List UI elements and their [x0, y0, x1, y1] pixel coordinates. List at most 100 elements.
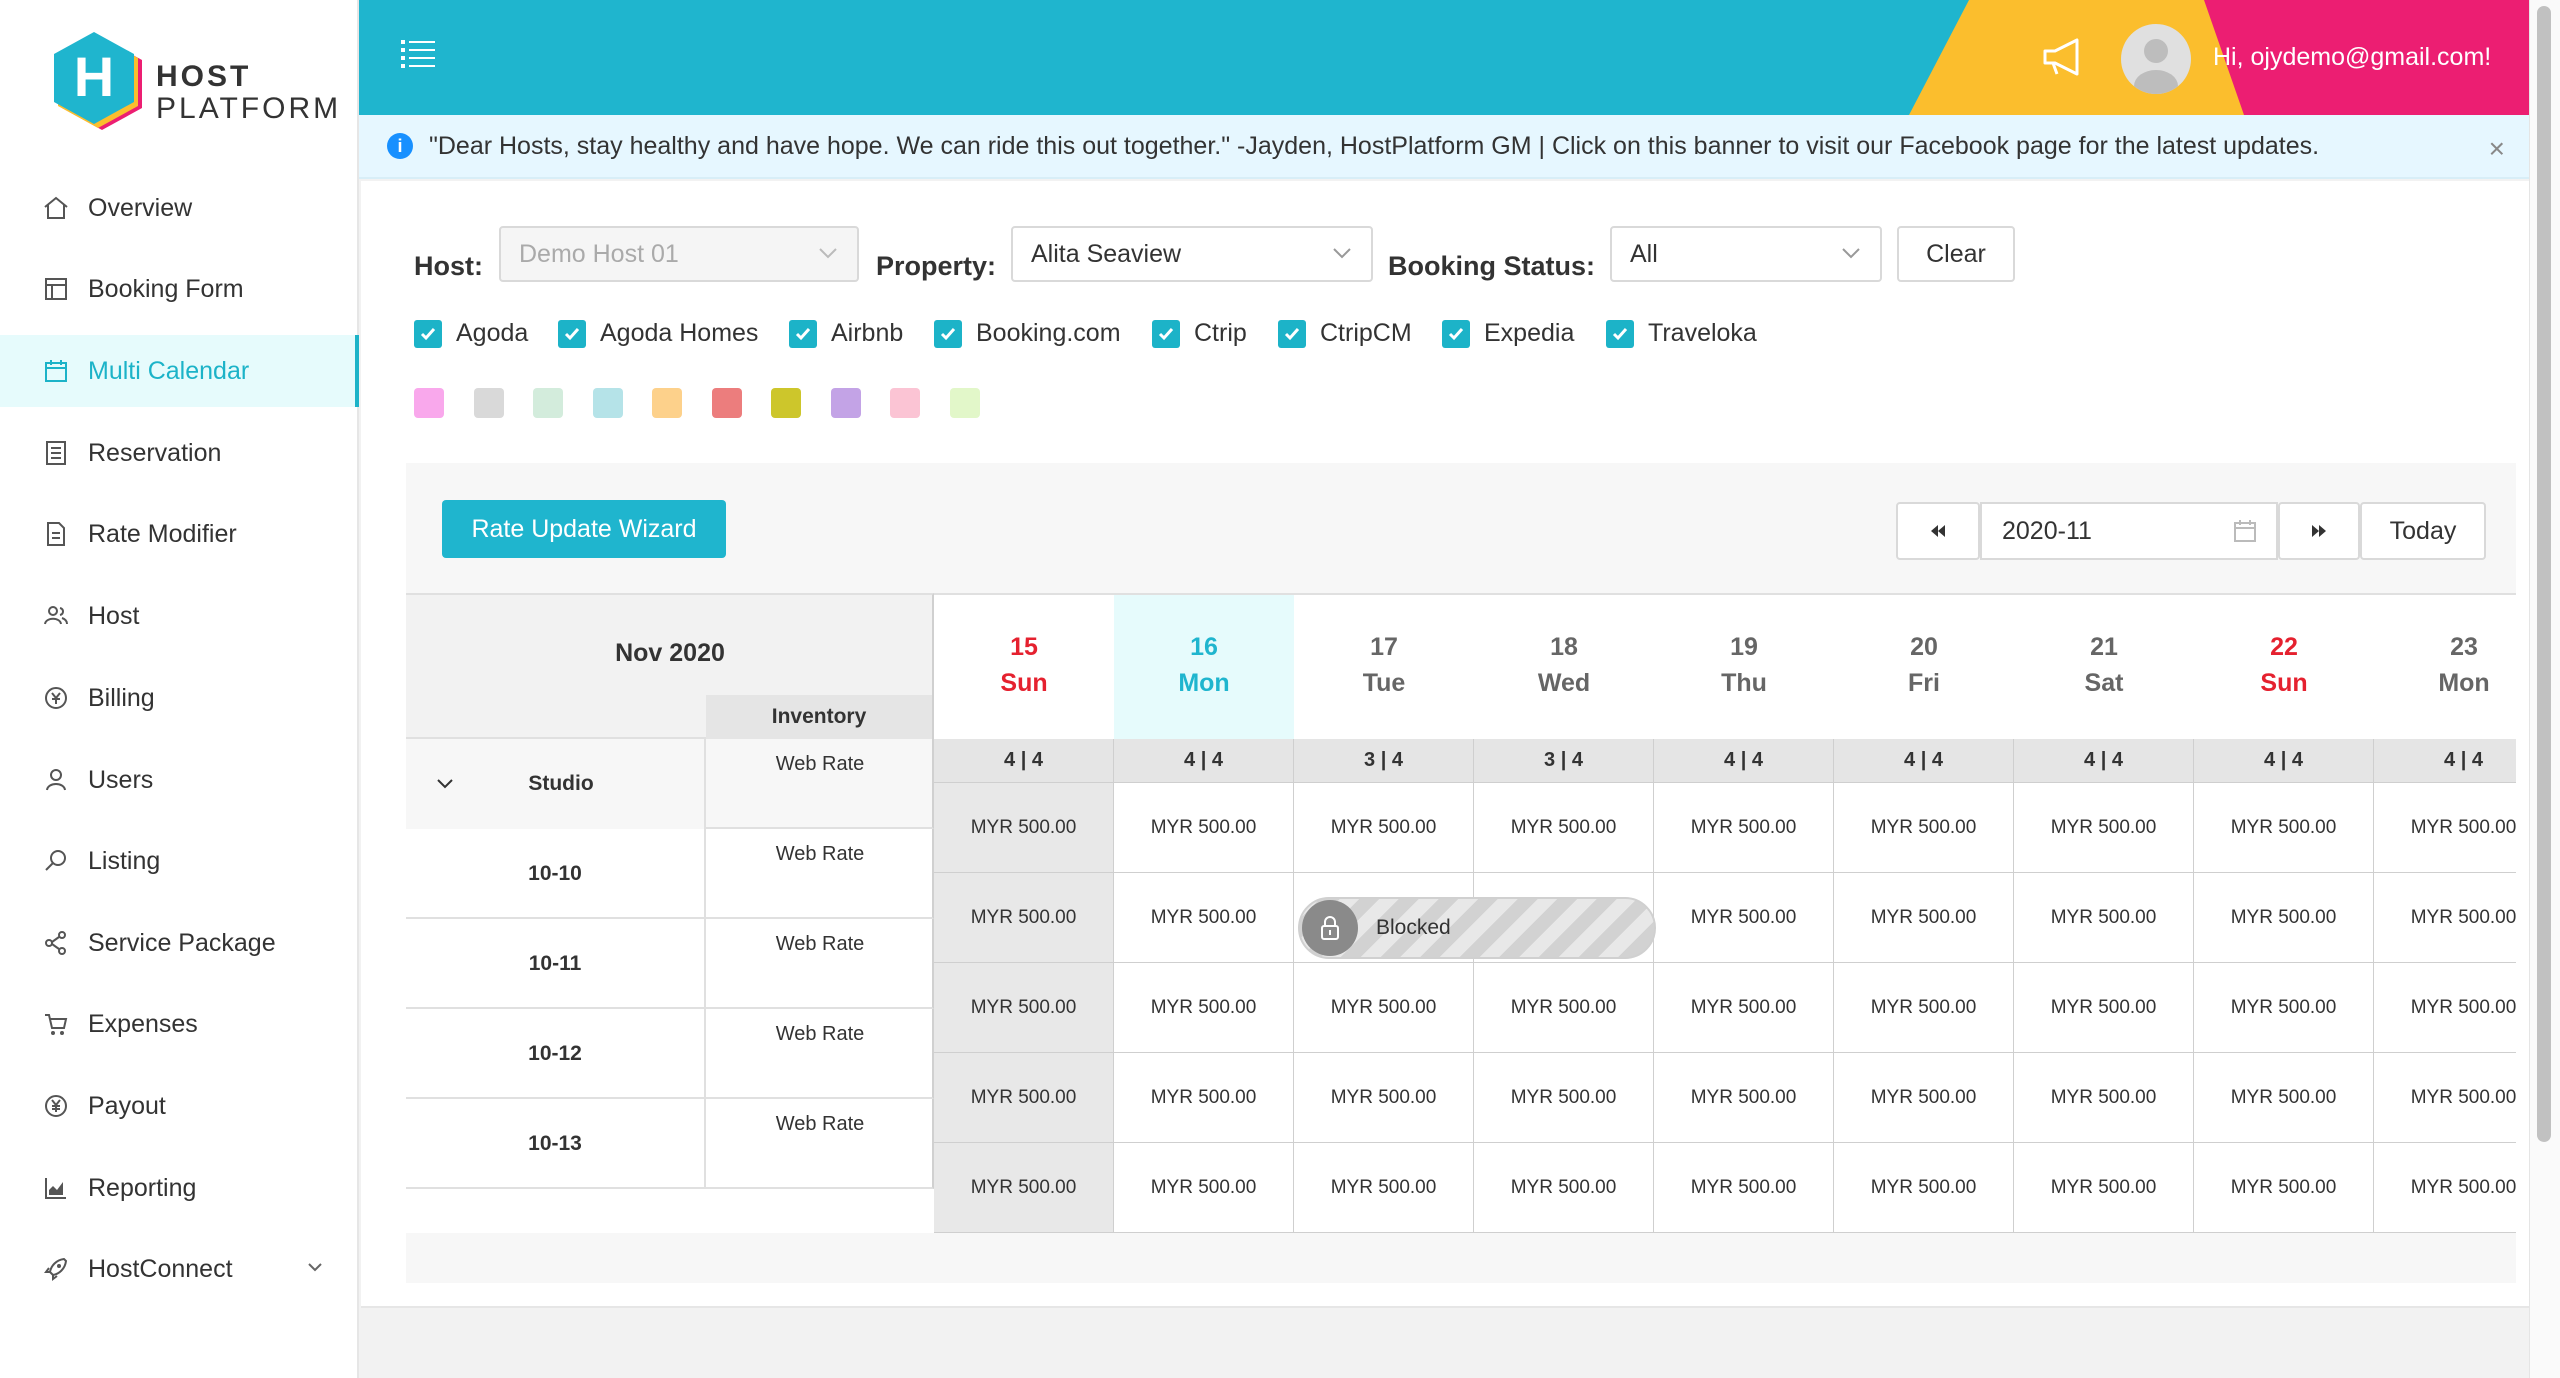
rate-cell[interactable]: MYR 500.00 — [1114, 1143, 1294, 1233]
sidebar-item-rate-modifier[interactable]: Rate Modifier — [0, 498, 359, 570]
today-button[interactable]: Today — [2360, 502, 2486, 560]
rate-cell[interactable]: MYR 500.00 — [1834, 783, 2014, 873]
sidebar-item-expenses[interactable]: Expenses — [0, 988, 359, 1060]
rate-cell[interactable]: MYR 500.00 — [934, 963, 1114, 1053]
rate-cell[interactable]: MYR 500.00 — [1654, 1053, 1834, 1143]
rate-cell[interactable]: MYR 500.00 — [1654, 873, 1834, 963]
rate-cell[interactable]: MYR 500.00 — [2014, 1143, 2194, 1233]
sidebar-item-listing[interactable]: Listing — [0, 825, 359, 897]
rate-cell[interactable]: MYR 500.00 — [1834, 873, 2014, 963]
rate-cell[interactable]: MYR 500.00 — [1834, 1143, 2014, 1233]
rate-cell[interactable]: MYR 500.00 — [2014, 783, 2194, 873]
unit-name[interactable]: Studio — [406, 739, 706, 829]
rate-cell[interactable]: MYR 500.00 — [1474, 1053, 1654, 1143]
rate-plan-label: Web Rate — [775, 1113, 865, 1135]
rate-cell[interactable]: MYR 500.00 — [1654, 783, 1834, 873]
chevron-down-icon[interactable] — [434, 773, 456, 795]
rate-cell[interactable]: MYR 500.00 — [1294, 963, 1474, 1053]
main-content: Host: Demo Host 01 Property: Alita Seavi… — [361, 181, 2529, 1306]
channel-checkbox-traveloka[interactable]: Traveloka — [1606, 319, 1757, 348]
day-header: 17 Tue — [1294, 593, 1474, 739]
channel-checkbox-ctripcm[interactable]: CtripCM — [1278, 319, 1412, 348]
sidebar-item-host[interactable]: Host — [0, 580, 359, 652]
user-greeting[interactable]: Hi, ojydemo@gmail.com! — [2213, 43, 2491, 72]
rate-cell[interactable]: MYR 500.00 — [1294, 783, 1474, 873]
channel-checkbox-booking-com[interactable]: Booking.com — [934, 319, 1121, 348]
day-header: 20 Fri — [1834, 593, 2014, 739]
channel-checkbox-agoda[interactable]: Agoda — [414, 319, 528, 348]
rate-cell[interactable]: MYR 500.00 — [2194, 963, 2374, 1053]
rocket-icon — [42, 1255, 70, 1283]
rate-cell[interactable]: MYR 500.00 — [1114, 783, 1294, 873]
rate-cell[interactable]: MYR 500.00 — [2194, 873, 2374, 963]
sidebar-item-service-package[interactable]: Service Package — [0, 907, 359, 979]
unit-name: 10-13 — [406, 1099, 706, 1189]
next-month-button[interactable] — [2278, 502, 2360, 560]
close-icon[interactable]: × — [2489, 133, 2505, 165]
rate-cell[interactable]: MYR 500.00 — [1654, 963, 1834, 1053]
menu-toggle-icon[interactable] — [399, 34, 439, 74]
rate-cell[interactable]: MYR 500.00 — [934, 873, 1114, 963]
rate-cell[interactable]: MYR 500.00 — [2374, 1053, 2516, 1143]
sidebar-item-payout[interactable]: Payout — [0, 1070, 359, 1142]
day-number: 15 — [1010, 633, 1038, 661]
sidebar-item-overview[interactable]: Overview — [0, 172, 359, 244]
rate-cell[interactable]: MYR 500.00 — [934, 1053, 1114, 1143]
channel-checkbox-expedia[interactable]: Expedia — [1442, 319, 1574, 348]
rate-cell[interactable]: MYR 500.00 — [1474, 963, 1654, 1053]
month-picker-input[interactable]: 2020-11 — [1980, 502, 2278, 560]
rate-cell[interactable]: MYR 500.00 — [2194, 1143, 2374, 1233]
channel-checkbox-ctrip[interactable]: Ctrip — [1152, 319, 1247, 348]
channel-checkbox-airbnb[interactable]: Airbnb — [789, 319, 903, 348]
rate-cell[interactable]: MYR 500.00 — [1114, 963, 1294, 1053]
channel-label: Airbnb — [831, 319, 904, 347]
rate-cell[interactable]: MYR 500.00 — [934, 783, 1114, 873]
avatar[interactable] — [2121, 24, 2191, 94]
brand-logo[interactable]: H HOST PLATFORM — [52, 30, 338, 136]
rate-cell[interactable]: MYR 500.00 — [2194, 783, 2374, 873]
rate-cell[interactable]: MYR 500.00 — [2374, 783, 2516, 873]
rate-cell[interactable]: MYR 500.00 — [1834, 963, 2014, 1053]
rate-cell[interactable]: MYR 500.00 — [934, 1143, 1114, 1233]
channel-color-swatch — [711, 388, 742, 418]
announcement-icon[interactable] — [2039, 34, 2085, 80]
rate-cell[interactable]: MYR 500.00 — [1294, 1143, 1474, 1233]
rate-cell[interactable]: MYR 500.00 — [2014, 1053, 2194, 1143]
rate-cell[interactable]: MYR 500.00 — [1114, 1053, 1294, 1143]
sidebar-item-reservation[interactable]: Reservation — [0, 417, 359, 489]
rate-cell[interactable]: MYR 500.00 — [2194, 1053, 2374, 1143]
rate-cell[interactable]: MYR 500.00 — [2374, 963, 2516, 1053]
rate-cell[interactable]: MYR 500.00 — [2014, 963, 2194, 1053]
rate-cell[interactable]: MYR 500.00 — [1474, 1143, 1654, 1233]
rate-cell[interactable]: MYR 500.00 — [1294, 1053, 1474, 1143]
rate-cell[interactable]: MYR 500.00 — [1474, 783, 1654, 873]
banner-text[interactable]: "Dear Hosts, stay healthy and have hope.… — [429, 132, 2319, 161]
announcement-banner[interactable]: i "Dear Hosts, stay healthy and have hop… — [359, 115, 2529, 179]
sidebar-item-hostconnect[interactable]: HostConnect — [0, 1233, 359, 1305]
rate-cell[interactable]: MYR 500.00 — [2374, 873, 2516, 963]
rate-cell[interactable]: MYR 500.00 — [1114, 873, 1294, 963]
sidebar-item-reporting[interactable]: Reporting — [0, 1152, 359, 1224]
sidebar-item-multi-calendar[interactable]: Multi Calendar — [0, 335, 359, 407]
rate-update-wizard-button[interactable]: Rate Update Wizard — [442, 500, 726, 558]
booking-status-select[interactable]: All — [1610, 226, 1882, 282]
rate-cell[interactable]: MYR 500.00 — [2014, 873, 2194, 963]
rate-cell[interactable]: MYR 500.00 — [1834, 1053, 2014, 1143]
brand-name-line1: HOST — [156, 60, 252, 93]
day-number: 21 — [2090, 633, 2118, 661]
channel-checkbox-agoda-homes[interactable]: Agoda Homes — [558, 319, 758, 348]
sidebar-item-booking-form[interactable]: Booking Form — [0, 253, 359, 325]
clear-button[interactable]: Clear — [1897, 226, 2015, 282]
rate-cell[interactable]: MYR 500.00 — [1654, 1143, 1834, 1233]
sidebar-item-billing[interactable]: Billing — [0, 662, 359, 734]
rate-cell[interactable]: MYR 500.00 — [2374, 1143, 2516, 1233]
brand-name-line2: PLATFORM — [156, 92, 342, 125]
vertical-scrollbar[interactable] — [2537, 6, 2551, 1142]
sidebar-item-users[interactable]: Users — [0, 744, 359, 816]
property-select[interactable]: Alita Seaview — [1011, 226, 1373, 282]
blocked-booking[interactable]: Blocked — [1298, 897, 1656, 959]
checkbox-checked-icon — [934, 319, 962, 348]
svg-text:H: H — [74, 45, 114, 108]
prev-month-button[interactable] — [1896, 502, 1980, 560]
checkbox-checked-icon — [414, 319, 442, 348]
